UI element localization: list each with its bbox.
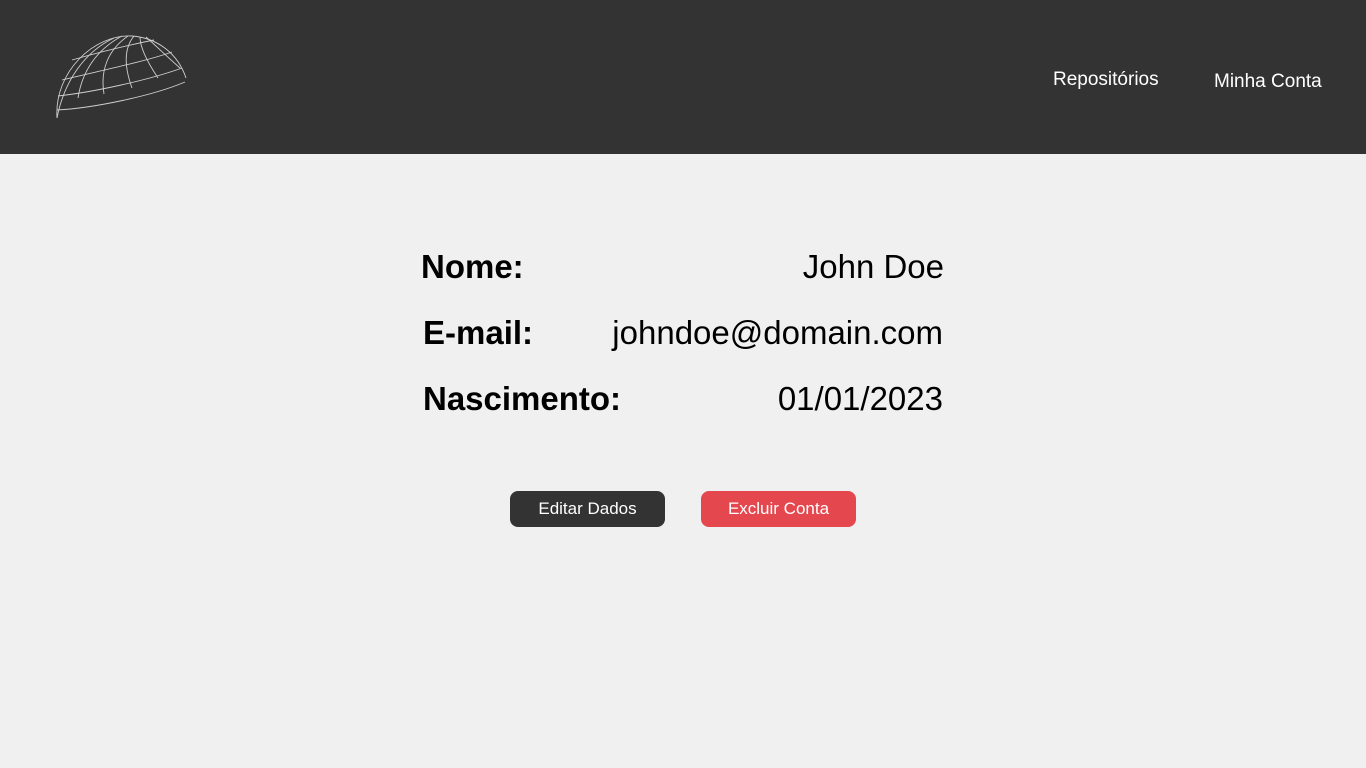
profile-row-name: Nome: John Doe xyxy=(421,248,944,314)
birth-label: Nascimento: xyxy=(423,380,622,417)
email-value: johndoe@domain.com xyxy=(612,314,943,351)
profile-info: Nome: John Doe E-mail: johndoe@domain.co… xyxy=(421,248,944,446)
profile-row-email: E-mail: johndoe@domain.com xyxy=(421,314,944,380)
delete-account-button[interactable]: Excluir Conta xyxy=(701,491,856,527)
birth-value: 01/01/2023 xyxy=(777,380,943,417)
name-label: Nome: xyxy=(421,248,524,285)
nav-repositories-link[interactable]: Repositórios xyxy=(1053,69,1159,91)
globe-logo-icon[interactable] xyxy=(54,32,188,122)
top-navbar: Repositórios Minha Conta xyxy=(0,0,1366,154)
edit-data-button[interactable]: Editar Dados xyxy=(510,491,665,527)
profile-row-birth: Nascimento: 01/01/2023 xyxy=(421,380,944,446)
email-label: E-mail: xyxy=(423,314,534,351)
name-value: John Doe xyxy=(802,248,944,285)
nav-my-account-link[interactable]: Minha Conta xyxy=(1214,71,1322,93)
